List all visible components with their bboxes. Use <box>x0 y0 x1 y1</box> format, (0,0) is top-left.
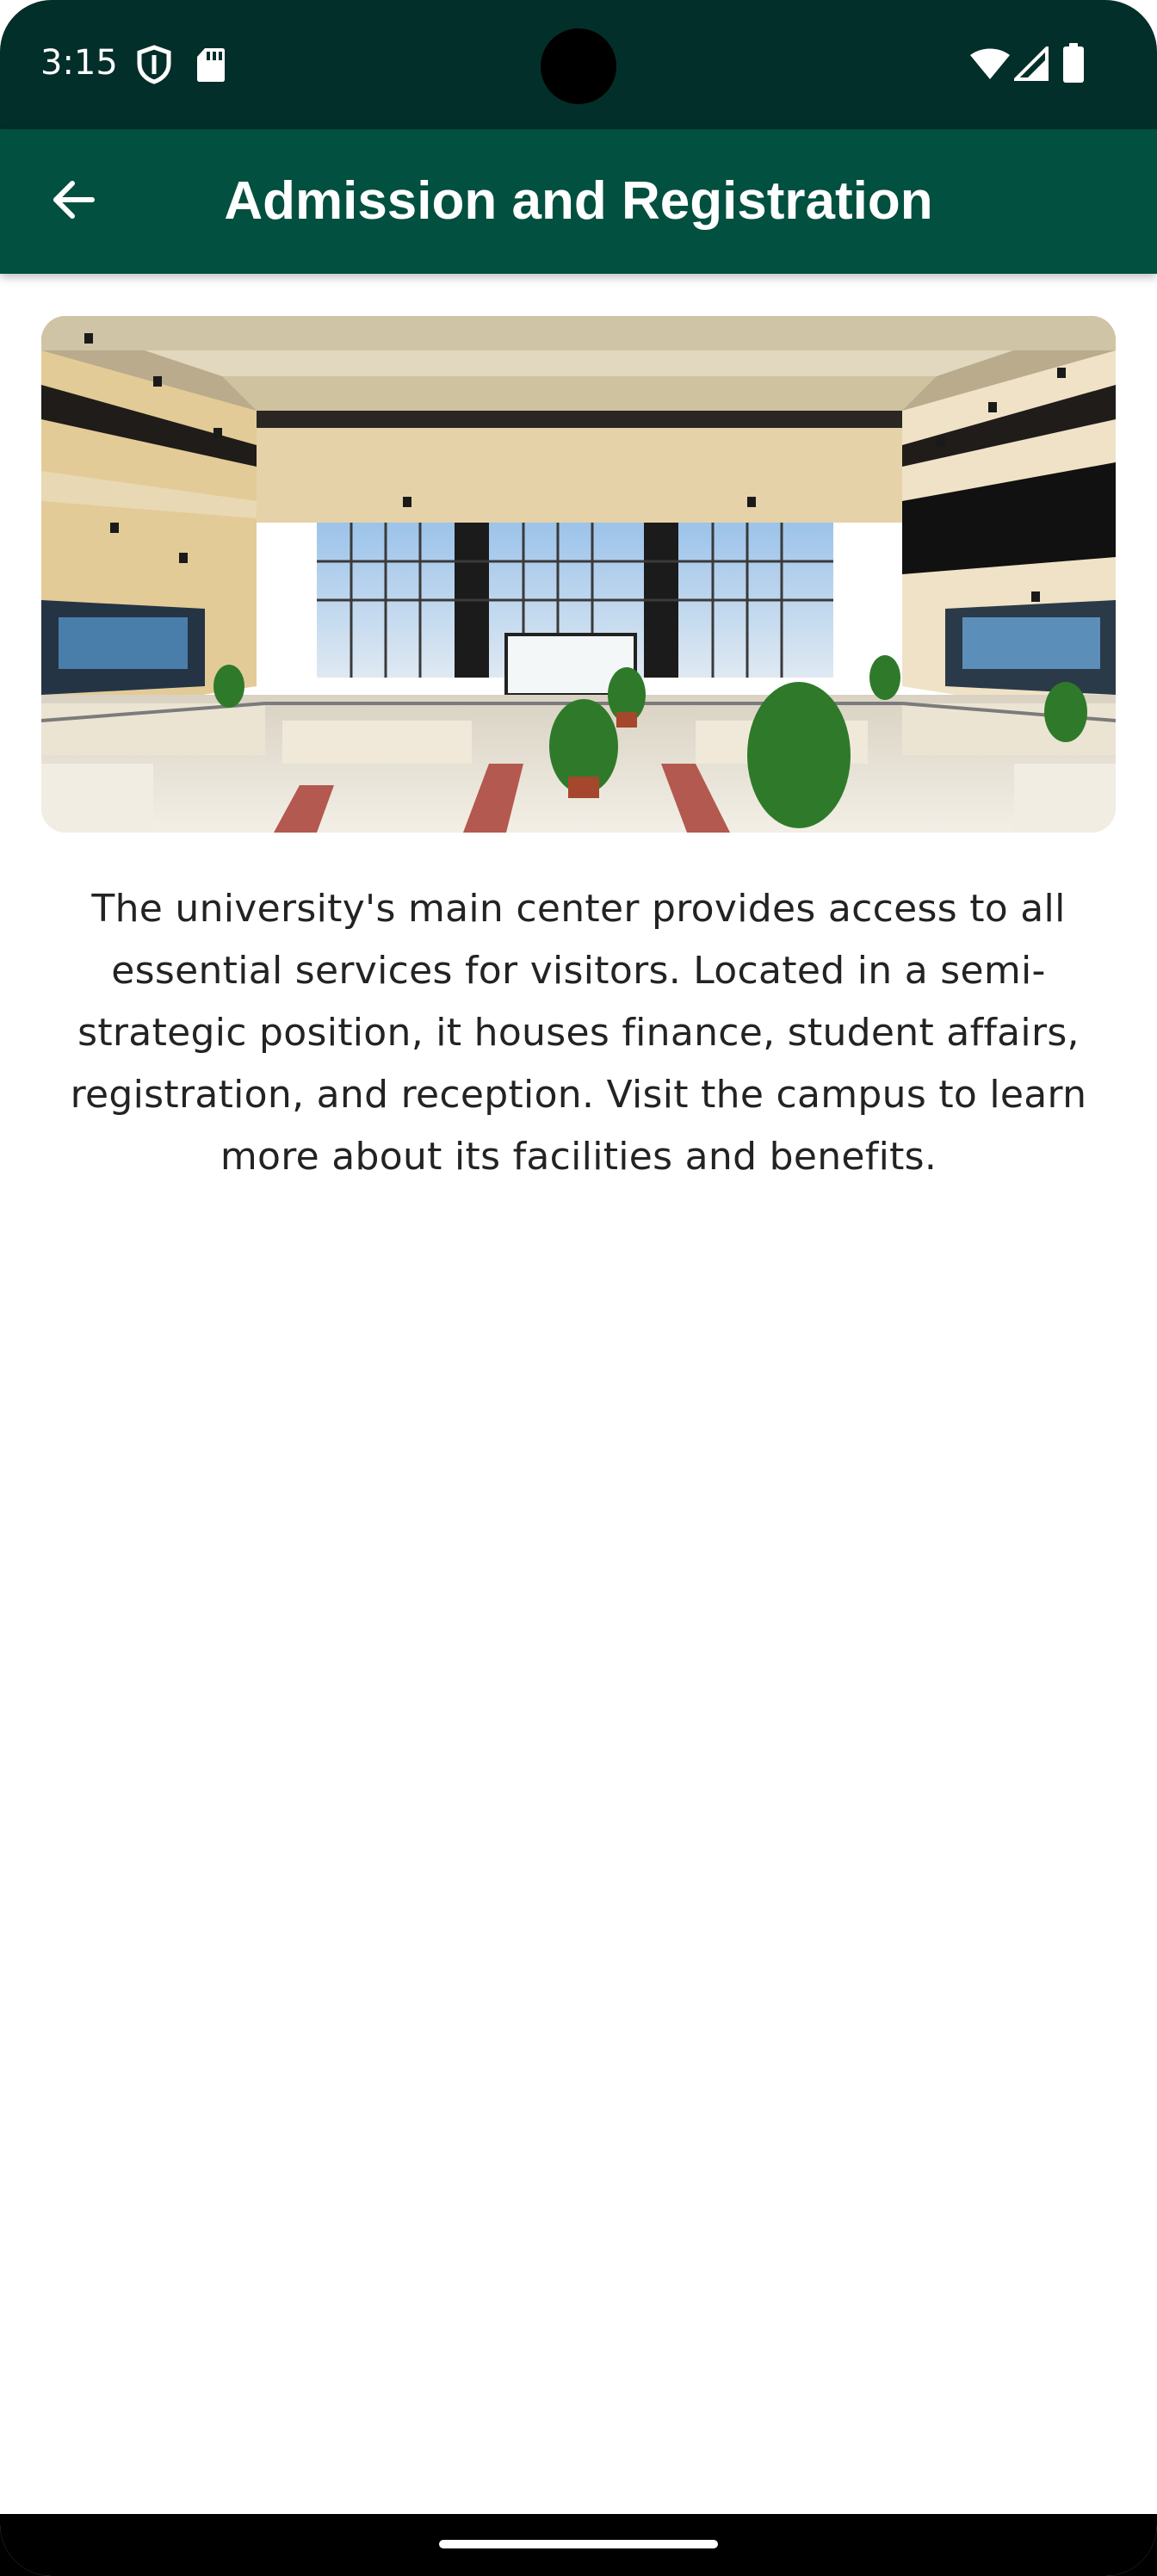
description-text: The university's main center provides ac… <box>70 887 1087 1179</box>
app-screen: 3:15 Admission and Registration The univ… <box>0 0 1157 2576</box>
arrow-back-icon <box>51 177 96 226</box>
back-button[interactable] <box>34 167 112 236</box>
app-bar: Admission and Registration <box>0 129 1157 274</box>
status-bar: 3:15 <box>0 0 1157 129</box>
camera-cutout <box>541 28 616 104</box>
hero-image <box>41 316 1116 833</box>
page-title: Admission and Registration <box>224 171 933 231</box>
wifi-icon <box>969 46 1011 85</box>
battery-icon <box>1062 43 1085 87</box>
shield-icon <box>136 45 172 89</box>
signal-icon <box>1012 44 1049 85</box>
sd-card-icon <box>196 46 226 87</box>
status-time: 3:15 <box>40 43 118 83</box>
gesture-handle[interactable] <box>439 2540 718 2548</box>
